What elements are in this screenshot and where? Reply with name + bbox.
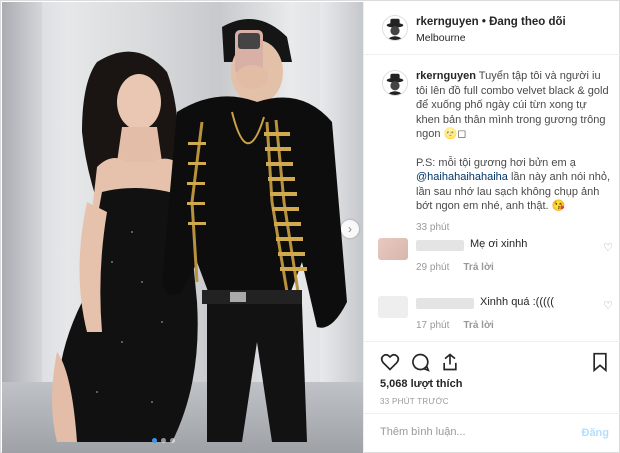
- post-photo[interactable]: ›: [2, 2, 363, 453]
- header-user-line: rkernguyen • Đang theo dõi: [416, 16, 566, 28]
- hat-avatar-icon: [383, 16, 407, 40]
- comment-item: Xinhh quá :((((( ♡ 17 phút Trả lời: [364, 296, 620, 331]
- share-icon: [443, 353, 457, 371]
- carousel-dot: [170, 438, 175, 443]
- caption-time: 33 phút: [416, 222, 450, 233]
- instagram-post: › rkernguyen • Đang theo dõi Melbourne r…: [0, 0, 620, 453]
- follow-status[interactable]: Đang theo dõi: [489, 16, 566, 28]
- separator-dot: •: [481, 16, 486, 28]
- post-comment-button[interactable]: Đăng: [582, 427, 610, 439]
- chevron-right-icon: ›: [348, 222, 352, 236]
- comment-icon: [412, 353, 430, 372]
- comment-item: Mẹ ơi xinhh ♡ 29 phút Trả lời: [364, 238, 620, 273]
- reply-button[interactable]: Trả lời: [463, 262, 493, 273]
- couple-illustration: [52, 19, 347, 442]
- comment-button[interactable]: [410, 352, 430, 372]
- comment-text: Xinhh quá :(((((: [480, 296, 554, 308]
- posted-time: 33 PHÚT TRƯỚC: [380, 397, 449, 406]
- commenter-avatar[interactable]: [378, 238, 408, 260]
- hat-avatar-icon: [383, 71, 407, 95]
- like-button[interactable]: [380, 352, 400, 372]
- comment-time: 17 phút: [416, 320, 450, 331]
- comment-input[interactable]: [380, 426, 560, 438]
- post-sidebar: rkernguyen • Đang theo dõi Melbourne rke…: [363, 2, 620, 453]
- add-comment-bar: Đăng: [364, 413, 620, 453]
- carousel-dot: [152, 438, 157, 443]
- next-photo-button[interactable]: ›: [341, 220, 359, 238]
- save-button[interactable]: [590, 352, 610, 373]
- comment-text: Mẹ ơi xinhh: [470, 238, 528, 250]
- caption-mention[interactable]: @haihahaihahaiha: [416, 171, 508, 183]
- carousel-dots: [152, 438, 175, 443]
- username-link[interactable]: rkernguyen: [416, 16, 479, 28]
- caption-avatar[interactable]: [382, 70, 408, 96]
- reply-button[interactable]: Trả lời: [463, 320, 493, 331]
- heart-icon: [380, 353, 400, 371]
- post-header: rkernguyen • Đang theo dõi Melbourne: [364, 2, 620, 55]
- action-bar: [364, 341, 620, 381]
- user-avatar[interactable]: [382, 15, 408, 41]
- heart-icon[interactable]: ♡: [603, 299, 613, 312]
- comments-area[interactable]: rkernguyen Tuyển tập tôi và người iu tôi…: [364, 56, 620, 341]
- post-caption: rkernguyen Tuyển tập tôi và người iu tôi…: [416, 69, 612, 214]
- carousel-dot: [161, 438, 166, 443]
- likes-count[interactable]: 5,068 lượt thích: [380, 378, 462, 390]
- location-link[interactable]: Melbourne: [416, 32, 466, 44]
- caption-ps: P.S: mỗi tội gương hơi bửn em ạ: [416, 156, 576, 169]
- heart-icon[interactable]: ♡: [603, 241, 613, 254]
- comment-time: 29 phút: [416, 262, 450, 273]
- comment-meta: 17 phút Trả lời: [416, 320, 494, 331]
- share-button[interactable]: [440, 352, 460, 372]
- commenter-name-redacted: [416, 298, 474, 309]
- caption-username[interactable]: rkernguyen: [416, 70, 476, 82]
- commenter-avatar[interactable]: [378, 296, 408, 318]
- comment-meta: 29 phút Trả lời: [416, 262, 494, 273]
- bookmark-icon: [593, 352, 607, 373]
- commenter-name-redacted: [416, 240, 464, 251]
